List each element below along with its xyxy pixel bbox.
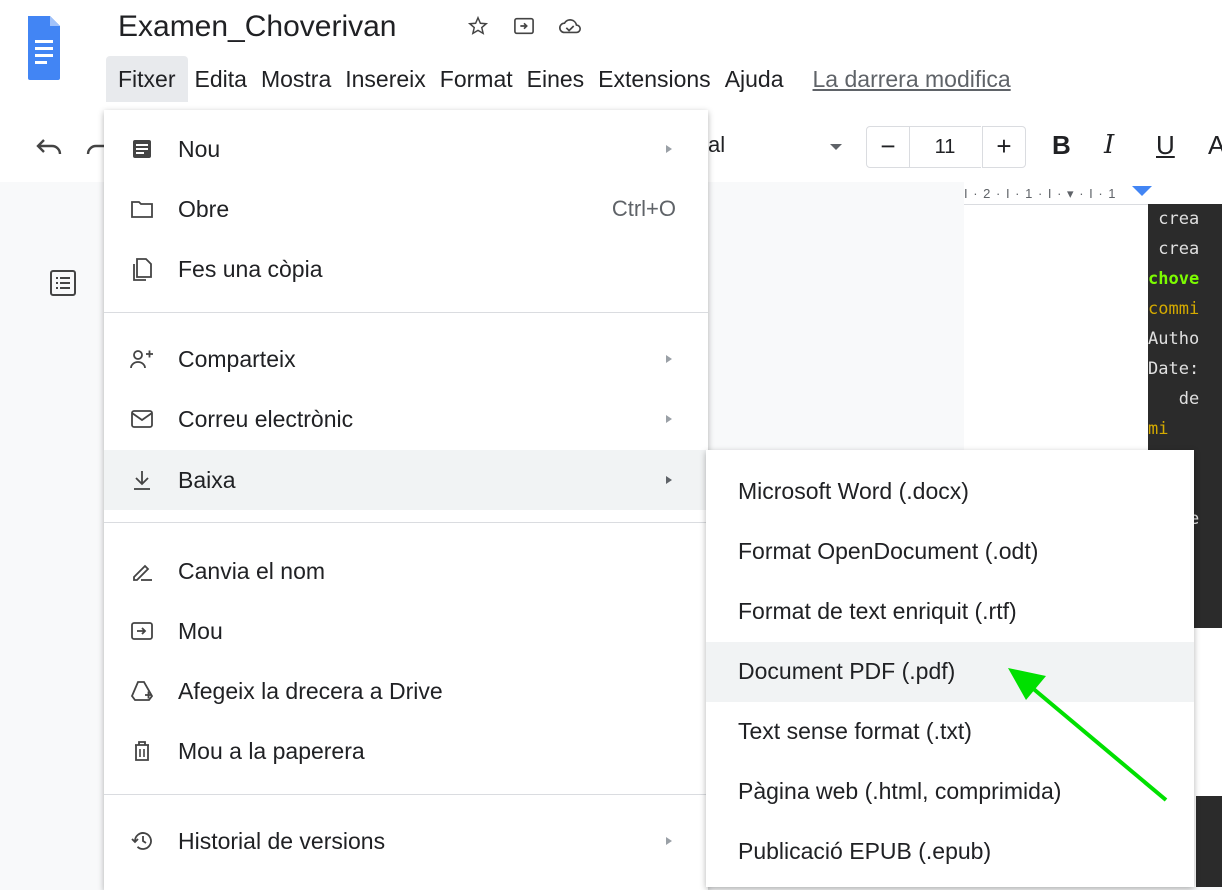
file-menu-item-label: Correu electrònic (178, 405, 354, 432)
file-menu-item-mou-a-la-paperera[interactable]: Mou a la paperera (104, 722, 708, 780)
menu-edita[interactable]: Edita (188, 56, 254, 102)
menu-fitxer[interactable]: Fitxer (106, 56, 188, 102)
cloud-status-icon[interactable] (558, 14, 582, 38)
download-option-label: Document PDF (.pdf) (738, 658, 956, 684)
rename-icon (130, 559, 154, 583)
file-menu-item-nou[interactable]: Nou (104, 120, 708, 178)
underline-button[interactable]: U (1156, 130, 1175, 161)
history-icon (130, 829, 154, 853)
file-menu-item-label: Nou (178, 135, 221, 162)
horizontal-ruler[interactable]: I · 2 · I · 1 · I · ▾ · I · 1 (964, 182, 1222, 205)
file-menu-item-historial-de-versions[interactable]: Historial de versions (104, 812, 708, 870)
terminal-line: crea (1148, 239, 1200, 259)
file-menu-item-label: Baixa (178, 466, 236, 493)
terminal-line: Autho (1148, 329, 1200, 349)
terminal-line: mi (1148, 419, 1169, 439)
download-html[interactable]: Pàgina web (.html, comprimida) (706, 762, 1194, 822)
document-outline-icon[interactable] (48, 268, 78, 298)
menu-bar: Fitxer Edita Mostra Insereix Format Eine… (106, 56, 1011, 102)
font-selector[interactable]: al (708, 132, 725, 158)
text-color-button[interactable]: A (1208, 130, 1222, 161)
email-icon (130, 407, 154, 431)
move-folder-icon[interactable] (512, 14, 536, 38)
file-menu-item-label: Canvia el nom (178, 557, 326, 584)
menu-separator (104, 522, 708, 523)
download-option-label: Format de text enriquit (.rtf) (738, 598, 1017, 624)
download-option-label: Microsoft Word (.docx) (738, 478, 969, 504)
menu-mostra[interactable]: Mostra (254, 56, 338, 102)
folder-icon (130, 197, 154, 221)
star-icon[interactable] (466, 14, 490, 38)
title-actions (466, 14, 582, 38)
file-menu-item-label: Fes una còpia (178, 255, 323, 282)
download-odt[interactable]: Format OpenDocument (.odt) (706, 522, 1194, 582)
file-menu-item-fes-una-copia[interactable]: Fes una còpia (104, 240, 708, 298)
copy-icon (130, 257, 154, 281)
italic-button[interactable]: I (1104, 130, 1114, 160)
redo-icon[interactable] (86, 134, 106, 158)
download-option-label: Publicació EPUB (.epub) (738, 838, 992, 864)
menu-separator (104, 794, 708, 795)
bold-button[interactable]: B (1052, 130, 1071, 161)
app-header: Examen_Choverivan Fitxer Edita Mostra In… (0, 0, 1222, 111)
terminal-line: commi (1148, 299, 1200, 319)
file-menu-item-comparteix[interactable]: Comparteix (104, 330, 708, 388)
submenu-arrow-icon (666, 355, 672, 363)
download-option-label: Format OpenDocument (.odt) (738, 538, 1039, 564)
file-menu-item-canvia-el-nom[interactable]: Canvia el nom (104, 542, 708, 600)
embedded-image-thumbnail (1196, 796, 1222, 887)
download-epub[interactable]: Publicació EPUB (.epub) (706, 822, 1194, 882)
indent-marker-icon[interactable] (1132, 186, 1152, 196)
download-option-label: Text sense format (.txt) (738, 718, 972, 744)
submenu-arrow-icon (666, 415, 672, 423)
file-menu-item-baixa[interactable]: Baixa (104, 450, 708, 510)
person-add-icon (130, 347, 154, 371)
font-dropdown-caret-icon[interactable] (830, 144, 842, 150)
doc-icon (130, 137, 154, 161)
google-docs-logo-icon[interactable] (26, 14, 62, 82)
menu-insereix[interactable]: Insereix (338, 56, 433, 102)
file-menu-item-label: Historial de versions (178, 827, 386, 854)
file-menu-item-afegeix-drecera[interactable]: Afegeix la drecera a Drive (104, 662, 708, 720)
download-docx[interactable]: Microsoft Word (.docx) (706, 462, 1194, 522)
font-size-input[interactable]: 11 (909, 126, 981, 168)
decrease-font-size-button[interactable]: − (866, 126, 910, 168)
menu-ajuda[interactable]: Ajuda (718, 56, 791, 102)
submenu-arrow-icon (666, 476, 672, 484)
submenu-arrow-icon (666, 145, 672, 153)
download-option-label: Pàgina web (.html, comprimida) (738, 778, 1062, 804)
trash-icon (130, 739, 154, 763)
file-menu: Nou Obre Ctrl+O Fes una còpia Comparteix… (104, 110, 708, 890)
download-rtf[interactable]: Format de text enriquit (.rtf) (706, 582, 1194, 642)
download-icon (130, 468, 154, 492)
file-menu-item-label: Comparteix (178, 345, 296, 372)
download-txt[interactable]: Text sense format (.txt) (706, 702, 1194, 762)
file-menu-item-label: Afegeix la drecera a Drive (178, 677, 443, 704)
terminal-line: chove (1148, 269, 1200, 289)
file-menu-item-label: Mou (178, 617, 223, 644)
increase-font-size-button[interactable]: + (982, 126, 1026, 168)
file-menu-item-label: Mou a la paperera (178, 737, 365, 764)
file-menu-item-obre[interactable]: Obre Ctrl+O (104, 180, 708, 238)
menu-format[interactable]: Format (433, 56, 520, 102)
terminal-line: Date: (1148, 359, 1200, 379)
file-menu-item-mou[interactable]: Mou (104, 602, 708, 660)
download-pdf[interactable]: Document PDF (.pdf) (706, 642, 1194, 702)
file-menu-item-label: Obre (178, 195, 230, 222)
submenu-arrow-icon (666, 837, 672, 845)
download-submenu: Microsoft Word (.docx) Format OpenDocume… (706, 450, 1194, 887)
move-folder-icon (130, 619, 154, 643)
menu-separator (104, 312, 708, 313)
document-title[interactable]: Examen_Choverivan (118, 10, 396, 44)
terminal-line: de (1148, 389, 1200, 409)
file-menu-item-correu-electronic[interactable]: Correu electrònic (104, 390, 708, 448)
terminal-line: crea (1148, 209, 1200, 229)
undo-icon[interactable] (34, 134, 64, 158)
last-edit-link[interactable]: La darrera modifica (813, 66, 1011, 93)
drive-shortcut-icon (130, 679, 154, 703)
shortcut-label: Ctrl+O (611, 196, 676, 221)
menu-extensions[interactable]: Extensions (591, 56, 718, 102)
ruler-marks: I · 2 · I · 1 · I · ▾ · I · 1 (964, 186, 1117, 201)
menu-eines[interactable]: Eines (520, 56, 592, 102)
